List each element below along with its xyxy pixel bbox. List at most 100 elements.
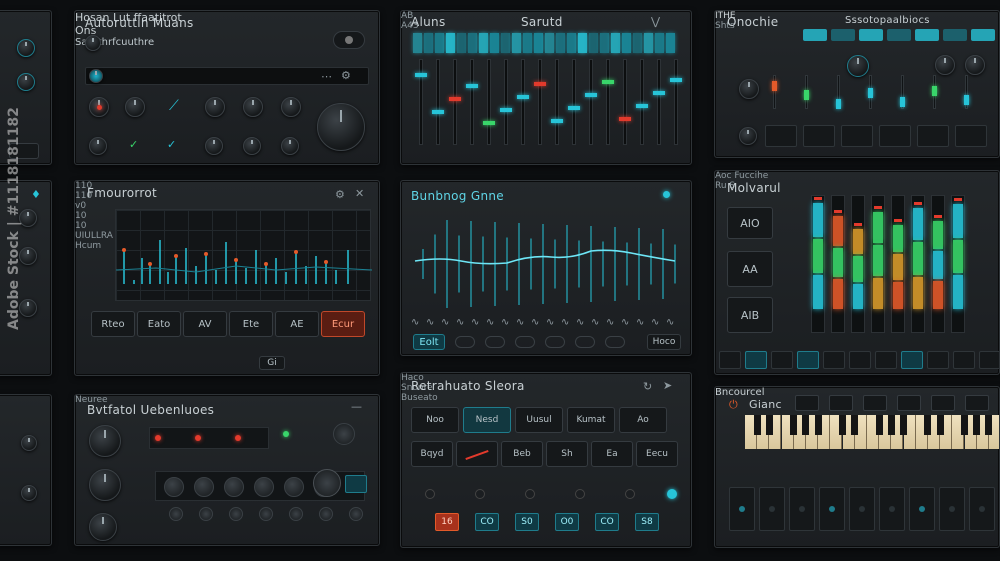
graph-button-1[interactable]: Rteo — [91, 311, 135, 337]
wave-icon[interactable]: ∿ — [411, 317, 419, 328]
cyan-knob[interactable] — [89, 69, 103, 83]
tab-segment[interactable] — [971, 29, 995, 41]
pad[interactable] — [789, 487, 815, 531]
edge-knob[interactable] — [21, 435, 37, 451]
black-key[interactable] — [924, 415, 932, 435]
knob-b[interactable] — [847, 55, 869, 77]
knob-6[interactable] — [89, 137, 107, 155]
black-key[interactable] — [838, 415, 846, 435]
pad[interactable] — [909, 487, 935, 531]
knob-7[interactable] — [205, 137, 223, 155]
knob-5[interactable] — [281, 97, 301, 117]
black-key[interactable] — [753, 415, 761, 435]
tab-segment[interactable] — [859, 29, 883, 41]
toggle-button[interactable] — [333, 31, 365, 49]
black-key[interactable] — [875, 415, 883, 435]
pad-button[interactable]: Beb — [501, 441, 543, 467]
mini-control[interactable] — [515, 336, 535, 348]
knob-4[interactable] — [243, 97, 263, 117]
wave-icon[interactable]: ∿ — [591, 317, 599, 328]
close-icon[interactable]: ✕ — [355, 188, 364, 199]
fader-track[interactable] — [674, 59, 678, 145]
knob-a[interactable] — [739, 79, 759, 99]
fader-cap[interactable] — [500, 108, 512, 112]
fader-cap[interactable] — [585, 93, 597, 97]
pad-button[interactable] — [456, 441, 498, 467]
side-button-2[interactable]: AA — [727, 251, 773, 287]
knob-d[interactable] — [965, 55, 985, 75]
graph-button-5[interactable]: AE — [275, 311, 319, 337]
top-button[interactable] — [863, 395, 887, 411]
bottom-button[interactable] — [953, 351, 975, 369]
bottom-knob[interactable] — [199, 507, 213, 521]
side-button-3[interactable]: AIB — [727, 297, 773, 333]
bottom-knob[interactable] — [259, 507, 273, 521]
tab-segment[interactable] — [887, 29, 911, 41]
pad[interactable] — [939, 487, 965, 531]
fader-track[interactable] — [555, 59, 559, 145]
bottom-knob[interactable] — [349, 507, 363, 521]
fader-cap[interactable] — [449, 97, 461, 101]
mini-control[interactable] — [455, 336, 475, 348]
bottom-knob[interactable] — [289, 507, 303, 521]
edge-knob[interactable] — [17, 73, 35, 91]
refresh-icon[interactable]: ↻ — [643, 381, 652, 392]
wave-icon[interactable]: ∿ — [561, 317, 569, 328]
black-key[interactable] — [985, 415, 993, 435]
tab-segment[interactable] — [831, 29, 855, 41]
bottom-button[interactable]: CO — [475, 513, 499, 531]
fader-cap[interactable] — [432, 110, 444, 114]
wave-icon[interactable]: ∿ — [546, 317, 554, 328]
black-key[interactable] — [790, 415, 798, 435]
bottom-pad[interactable] — [879, 125, 911, 147]
wave-icon[interactable]: ∿ — [516, 317, 524, 328]
mini-control[interactable] — [485, 336, 505, 348]
wave-icon[interactable]: ∿ — [426, 317, 434, 328]
pad[interactable] — [759, 487, 785, 531]
fader-track[interactable] — [538, 59, 542, 145]
wave-icon[interactable]: ∿ — [441, 317, 449, 328]
fader-cap[interactable] — [483, 121, 495, 125]
tab-segment[interactable] — [803, 29, 827, 41]
wave-icon[interactable]: ∿ — [576, 317, 584, 328]
bottom-pad[interactable] — [841, 125, 873, 147]
fader-cap[interactable] — [517, 95, 529, 99]
wave-icon[interactable]: ∿ — [621, 317, 629, 328]
wave-icon[interactable]: ∿ — [666, 317, 674, 328]
fader-track[interactable] — [623, 59, 627, 145]
fader-cap[interactable] — [534, 82, 546, 86]
bottom-button[interactable] — [901, 351, 923, 369]
pad-button[interactable]: Eecu — [636, 441, 678, 467]
bottom-button[interactable]: S0 — [515, 513, 539, 531]
fader-track[interactable] — [521, 59, 525, 145]
fader-track[interactable] — [453, 59, 457, 145]
piano-keyboard[interactable] — [745, 415, 999, 449]
bottom-knob[interactable] — [169, 507, 183, 521]
tab-segment[interactable] — [943, 29, 967, 41]
edge-knob[interactable] — [21, 485, 37, 501]
wave-icon[interactable]: ∿ — [651, 317, 659, 328]
side-button-1[interactable]: AIO — [727, 207, 773, 239]
waveform-display[interactable] — [411, 205, 681, 313]
top-button[interactable] — [897, 395, 921, 411]
fader-cap[interactable] — [568, 106, 580, 110]
round-control[interactable] — [164, 477, 184, 497]
pad[interactable] — [819, 487, 845, 531]
pad-button[interactable]: Sh — [546, 441, 588, 467]
fader-track[interactable] — [589, 59, 593, 145]
knob-2[interactable] — [125, 97, 145, 117]
round-control[interactable] — [254, 477, 274, 497]
bottom-button[interactable] — [797, 351, 819, 369]
wave-icon[interactable]: ∿ — [501, 317, 509, 328]
black-key[interactable] — [973, 415, 981, 435]
graph-button-3[interactable]: AV — [183, 311, 227, 337]
fader-cap[interactable] — [653, 91, 665, 95]
knob-8[interactable] — [243, 137, 261, 155]
pad-button[interactable]: Noo — [411, 407, 459, 433]
fader-cap[interactable] — [602, 80, 614, 84]
fader-cap[interactable] — [619, 117, 631, 121]
fader-track[interactable] — [419, 59, 423, 145]
fader-track[interactable] — [572, 59, 576, 145]
master-knob[interactable] — [317, 103, 365, 151]
pad-button[interactable]: Nesd — [463, 407, 511, 433]
